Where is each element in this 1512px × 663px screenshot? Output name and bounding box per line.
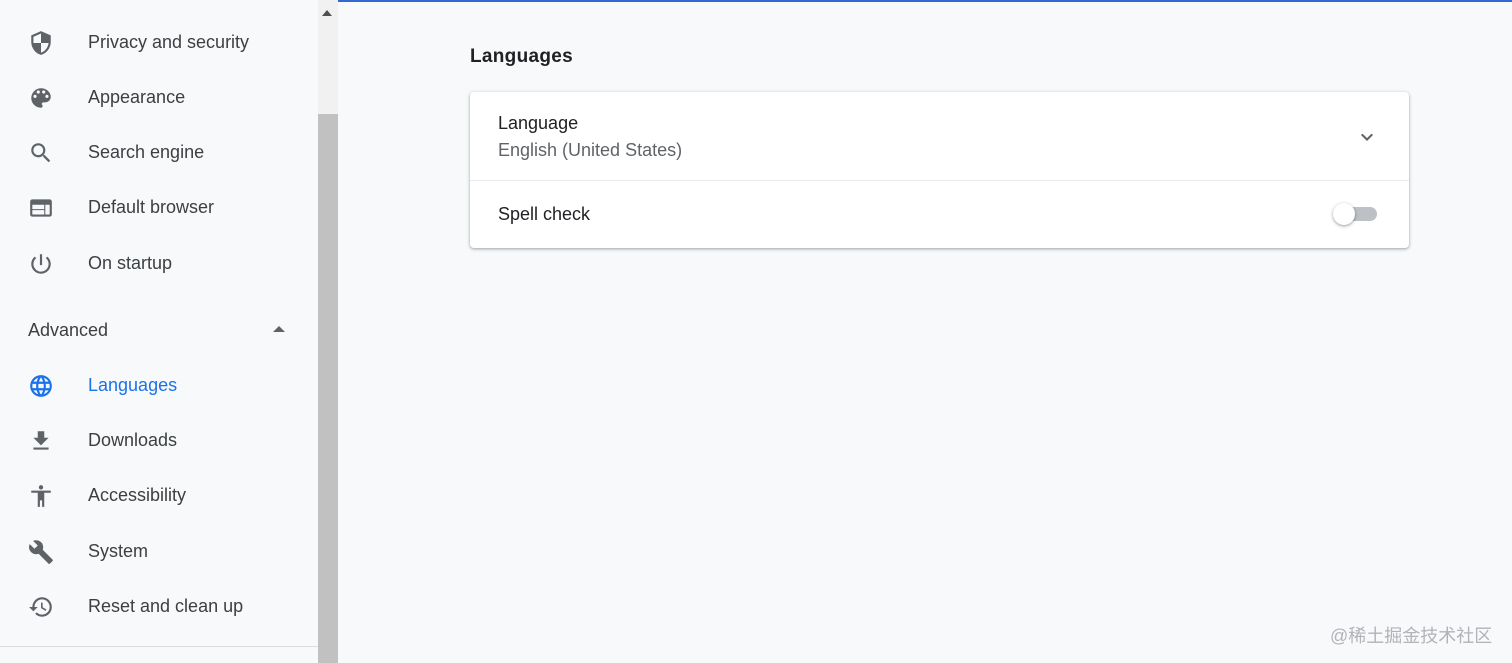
scroll-up-arrow-icon[interactable]: [322, 10, 332, 16]
scrollbar-thumb[interactable]: [318, 114, 338, 663]
sidebar-item-downloads[interactable]: Downloads: [0, 413, 318, 468]
languages-card: Language English (United States) Spell c…: [470, 92, 1409, 248]
power-icon: [28, 251, 54, 277]
palette-icon: [28, 85, 54, 111]
spell-check-label: Spell check: [498, 204, 591, 224]
sidebar-item-label: On startup: [88, 253, 173, 273]
sidebar-item-accessibility[interactable]: Accessibility: [0, 468, 318, 523]
shield-icon: [28, 30, 54, 56]
spell-check-row: Spell check: [470, 181, 1409, 248]
main-content: Languages Language English (United State…: [338, 2, 1512, 663]
watermark: @稀土掘金技术社区: [1330, 626, 1493, 646]
search-icon: [28, 140, 54, 166]
sidebar: Privacy and security Appearance Search e…: [0, 0, 318, 663]
sidebar-item-default-browser[interactable]: Default browser: [0, 180, 318, 235]
sidebar-item-system[interactable]: System: [0, 524, 318, 579]
globe-icon: [28, 373, 54, 399]
caret-up-icon: [273, 326, 285, 332]
sidebar-scrollbar[interactable]: [318, 0, 338, 663]
sidebar-item-label: Privacy and security: [88, 32, 250, 52]
wrench-icon: [28, 539, 54, 565]
language-title: Language: [498, 113, 579, 133]
chevron-down-icon[interactable]: [1355, 125, 1379, 149]
language-row[interactable]: Language English (United States): [470, 92, 1409, 181]
sidebar-item-label: Search engine: [88, 142, 205, 162]
language-value: English (United States): [498, 140, 683, 160]
sidebar-item-label: Appearance: [88, 87, 186, 107]
sidebar-item-privacy-and-security[interactable]: Privacy and security: [0, 15, 318, 70]
divider: [0, 646, 318, 647]
download-icon: [28, 428, 54, 454]
sidebar-item-on-startup[interactable]: On startup: [0, 236, 318, 291]
advanced-section-toggle[interactable]: Advanced: [0, 308, 318, 354]
sidebar-item-reset-and-clean-up[interactable]: Reset and clean up: [0, 579, 318, 634]
sidebar-item-search-engine[interactable]: Search engine: [0, 125, 318, 180]
restore-icon: [28, 594, 54, 620]
page-title: Languages: [470, 46, 573, 67]
spell-check-toggle[interactable]: [1333, 203, 1377, 225]
sidebar-item-appearance[interactable]: Appearance: [0, 70, 318, 125]
sidebar-item-label: Accessibility: [88, 485, 187, 505]
sidebar-item-languages[interactable]: Languages: [0, 358, 318, 413]
advanced-label: Advanced: [28, 320, 109, 340]
sidebar-item-label: Downloads: [88, 430, 178, 450]
sidebar-item-label: Languages: [88, 375, 178, 395]
browser-window-icon: [28, 195, 54, 221]
sidebar-item-label: Reset and clean up: [88, 596, 244, 616]
accessibility-icon: [28, 483, 54, 509]
sidebar-item-label: System: [88, 541, 149, 561]
toggle-knob: [1333, 203, 1355, 225]
sidebar-item-label: Default browser: [88, 197, 215, 217]
